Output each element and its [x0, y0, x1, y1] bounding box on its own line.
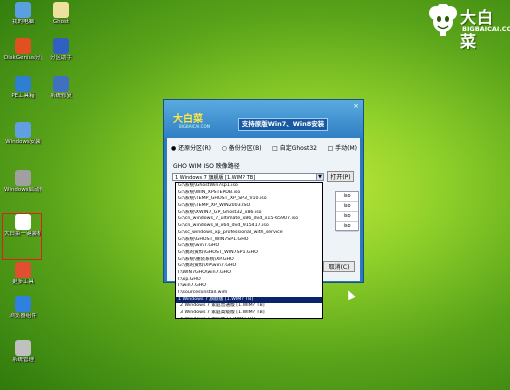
dropdown-item[interactable]: G:\系统\WIN_XPSTEPDB.iso [176, 190, 322, 197]
desktop-icon-label: PE工具箱 [11, 93, 35, 99]
my-computer-icon [15, 2, 31, 18]
chevron-down-icon[interactable]: ▼ [316, 173, 324, 181]
desktop-icon[interactable]: 分区助手 [42, 38, 80, 62]
checkbox-custom-ghost[interactable]: □ 自定Ghost32 [272, 143, 317, 152]
desktop-icon[interactable]: Windows启动修复 [4, 170, 42, 194]
desktop-icon[interactable]: Windows安装 [4, 122, 42, 146]
desktop-icon-label: DiskGenius分区工具 [4, 55, 42, 61]
desktop-icon[interactable]: DiskGenius分区工具 [4, 38, 42, 62]
dropdown-item[interactable]: G:\cn_windows_8_x64_dvd_915417.iso [176, 223, 322, 230]
desktop-icon[interactable]: 系统管理 [4, 340, 42, 364]
dropdown-item[interactable]: G:\系统\win7.GHO [176, 243, 322, 250]
desktop-icon[interactable]: 系统修复 [42, 76, 80, 100]
desktop-icon[interactable]: 浏览器组件 [4, 296, 42, 320]
open-button[interactable]: 打开(P) [327, 171, 354, 182]
radio-backup[interactable]: ○ 备份分区(B) [222, 143, 262, 152]
windows-boot-repair-icon [15, 170, 31, 186]
desktop-icon-label: Windows安装 [5, 139, 41, 145]
partition-grid[interactable]: iso iso iso iso [335, 191, 359, 232]
dropdown-item[interactable]: G:\系统\GhostWin7sp1.iso [176, 183, 322, 190]
dropdown-item[interactable]: G:\sc_windows_xp_professional_with_servi… [176, 230, 322, 237]
dropdown-item[interactable]: G:\cn_windows_7_ultimate_x86_dvd_x15-659… [176, 216, 322, 223]
pe-toolbox-icon [15, 76, 31, 92]
dialog-logo: 大白菜 [173, 114, 203, 125]
mouse-cursor-icon [344, 288, 356, 301]
desktop-icon-label: Ghost [52, 19, 70, 25]
desktop-icon[interactable]: PE工具箱 [4, 76, 42, 100]
dialog-slogan: 支持原版Win7、Win8安装 [238, 118, 328, 131]
cancel-button[interactable]: 取消(C) [323, 261, 355, 272]
dropdown-item[interactable]: G:\系统\GHOST_WIN7SP1.GHO [176, 237, 322, 244]
image-path-combo[interactable]: 1 Windows 7 旗舰版 [1.WIM? TB] [172, 173, 324, 181]
iso-path-label: GHO WIM ISO 映像路径 [173, 163, 240, 170]
dropdown-item[interactable]: G:\系统\TEMP_XP_WIN2003.ISO [176, 203, 322, 210]
dropdown-item[interactable]: I:\sources\install.wim [176, 290, 322, 297]
grid-cell: iso [336, 202, 358, 212]
dropdown-item[interactable]: G:\系统\XWIN7_GP_Ghost32_x86.iso [176, 210, 322, 217]
dropdown-item[interactable]: I:\WIN7GHO\win7.GHO [176, 270, 322, 277]
mode-options: ● 还原分区(R) ○ 备份分区(B) □ 自定Ghost32 □ 手动(M) [171, 143, 357, 152]
windows-install-icon [15, 122, 31, 138]
radio-restore[interactable]: ● 还原分区(R) [171, 143, 211, 152]
grid-cell: iso [336, 192, 358, 202]
dropdown-item[interactable]: G:\系统\重装系统\XP.GHO [176, 257, 322, 264]
dropdown-item[interactable]: 3 Windows 7 家庭高级版 [1.WIM? TB] [176, 310, 322, 317]
dropdown-item[interactable]: 1 Windows 7 旗舰版 [1.WIM? TB] [176, 296, 322, 304]
desktop-icon-label: 系统管理 [11, 357, 34, 363]
desktop-icon[interactable]: Ghost [42, 2, 80, 26]
image-path-dropdown[interactable]: G:\系统\GhostWin7sp1.iso G:\系统\WIN_XPSTEPDB… [175, 182, 323, 319]
system-repair-icon [53, 76, 69, 92]
browser-icon [15, 296, 31, 312]
grid-cell: iso [336, 212, 358, 222]
dialog-header: × 大白菜 BIGBAICAI.COM 支持原版Win7、Win8安装 [164, 100, 363, 138]
desktop-icon-label: Windows启动修复 [4, 187, 42, 193]
brand-logo: 大白菜 BIGBAICAI.COM [424, 2, 510, 51]
desktop-icon-label: 浏览器组件 [9, 313, 37, 319]
selection-highlight [2, 213, 42, 260]
desktop-icon[interactable]: 我的电脑 [4, 2, 42, 26]
desktop-icon-label: 分区助手 [49, 55, 72, 61]
desktop-icon-label: 系统修复 [49, 93, 72, 99]
desktop-icon[interactable]: 更多工具 [4, 262, 42, 286]
diskgenius-icon [15, 38, 31, 54]
ghost-icon [53, 2, 69, 18]
dropdown-item[interactable]: I:\win7.GHO [176, 283, 322, 290]
logo-subtext: BIGBAICAI.COM [462, 25, 510, 33]
dialog-logo-sub: BIGBAICAI.COM [179, 124, 211, 129]
dropdown-item[interactable]: 4 Windows 7 专业版 [1.WIM? TB] [176, 317, 322, 318]
desktop-icon-label: 我的电脑 [11, 19, 34, 25]
dropdown-item[interactable]: I:\xp.GHO [176, 277, 322, 284]
dropdown-item[interactable]: G:\我的资料\GHOST_WIN7SP1.GHO [176, 250, 322, 257]
cabbage-mascot-icon [429, 4, 457, 36]
more-tools-icon [15, 262, 31, 278]
dropdown-item[interactable]: G:\我的资料\XP\win7.GHO [176, 263, 322, 270]
grid-cell: iso [336, 222, 358, 232]
dropdown-item[interactable]: G:\系统\TEMP_GHOST_XP_SP3_V10.iso [176, 196, 322, 203]
desktop-icon-label: 更多工具 [11, 279, 34, 285]
partition-assistant-icon [53, 38, 69, 54]
close-icon[interactable]: × [353, 102, 359, 110]
checkbox-manual[interactable]: □ 手动(M) [328, 143, 357, 152]
system-manage-icon [15, 340, 31, 356]
dropdown-item[interactable]: 2 Windows 7 家庭普通版 [1.WIM? TB] [176, 303, 322, 310]
